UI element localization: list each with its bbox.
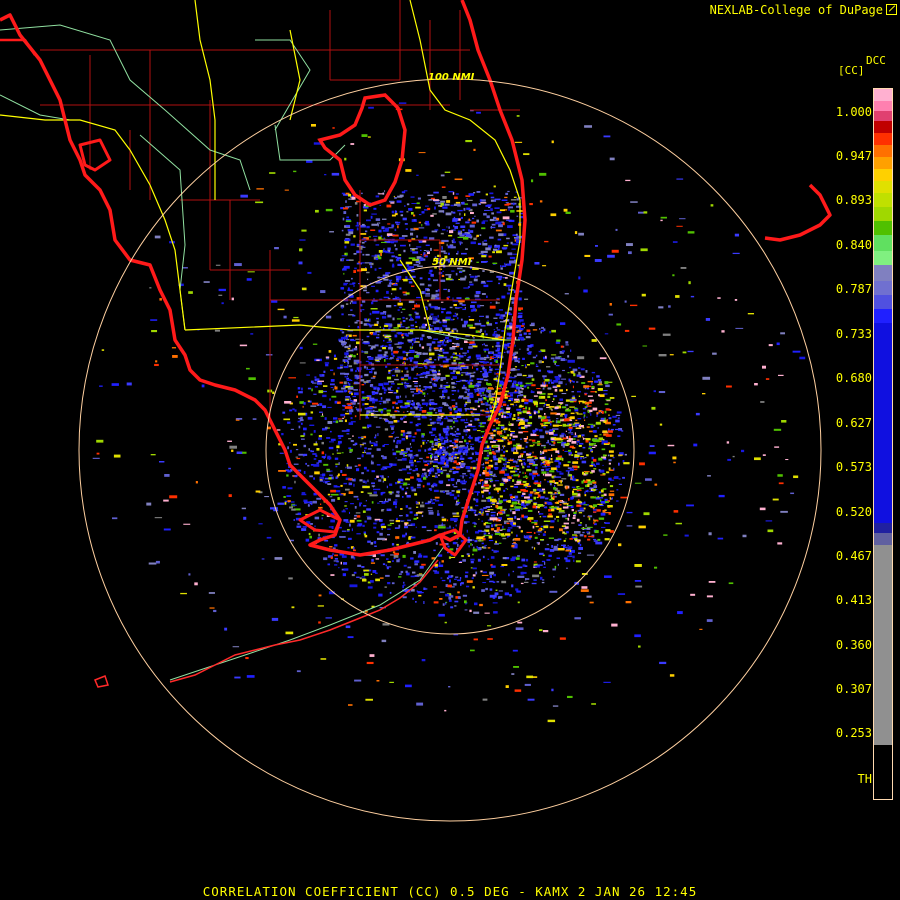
radar-echoes	[92, 102, 806, 723]
product-code: DCC	[866, 54, 886, 67]
legend-tick-label: 0.947	[835, 149, 872, 163]
boundary-lines	[0, 24, 520, 681]
radar-map[interactable]	[0, 0, 900, 900]
range-ring-100-label: 100 NMI	[428, 72, 475, 83]
range-ring-50-label: 50 NMI	[432, 257, 472, 268]
legend-tick-label: 0.680	[835, 371, 872, 385]
legend-tick-label: 0.840	[835, 238, 872, 252]
legend-tick-label: 0.520	[835, 505, 872, 519]
legend-tick-label: 0.307	[835, 682, 872, 696]
legend-tick-label: 1.000	[835, 105, 872, 119]
legend-tick-label: 0.253	[835, 726, 872, 740]
legend-tick-label: 0.893	[835, 193, 872, 207]
color-scale-bar	[873, 88, 893, 800]
product-caption: CORRELATION COEFFICIENT (CC) 0.5 DEG - K…	[202, 884, 698, 899]
external-link-icon	[886, 4, 897, 15]
credit-text: NEXLAB-College of DuPage	[709, 3, 883, 17]
legend-unit: [CC]	[838, 64, 865, 77]
lake-okeechobee	[317, 93, 407, 207]
county-lines	[40, 0, 520, 420]
legend-tick-label: 0.627	[835, 416, 872, 430]
legend-tick-label: 0.733	[835, 327, 872, 341]
legend-tick-label: 0.360	[835, 638, 872, 652]
credit-header[interactable]: NEXLAB-College of DuPage	[710, 3, 897, 17]
legend-tick-label: TH	[857, 772, 872, 786]
radar-site-marker	[447, 447, 453, 453]
legend-tick-label: 0.573	[835, 460, 872, 474]
legend-tick-label: 0.787	[835, 282, 872, 296]
legend-tick-label: 0.467	[835, 549, 872, 563]
legend-tick-label: 0.413	[835, 593, 872, 607]
